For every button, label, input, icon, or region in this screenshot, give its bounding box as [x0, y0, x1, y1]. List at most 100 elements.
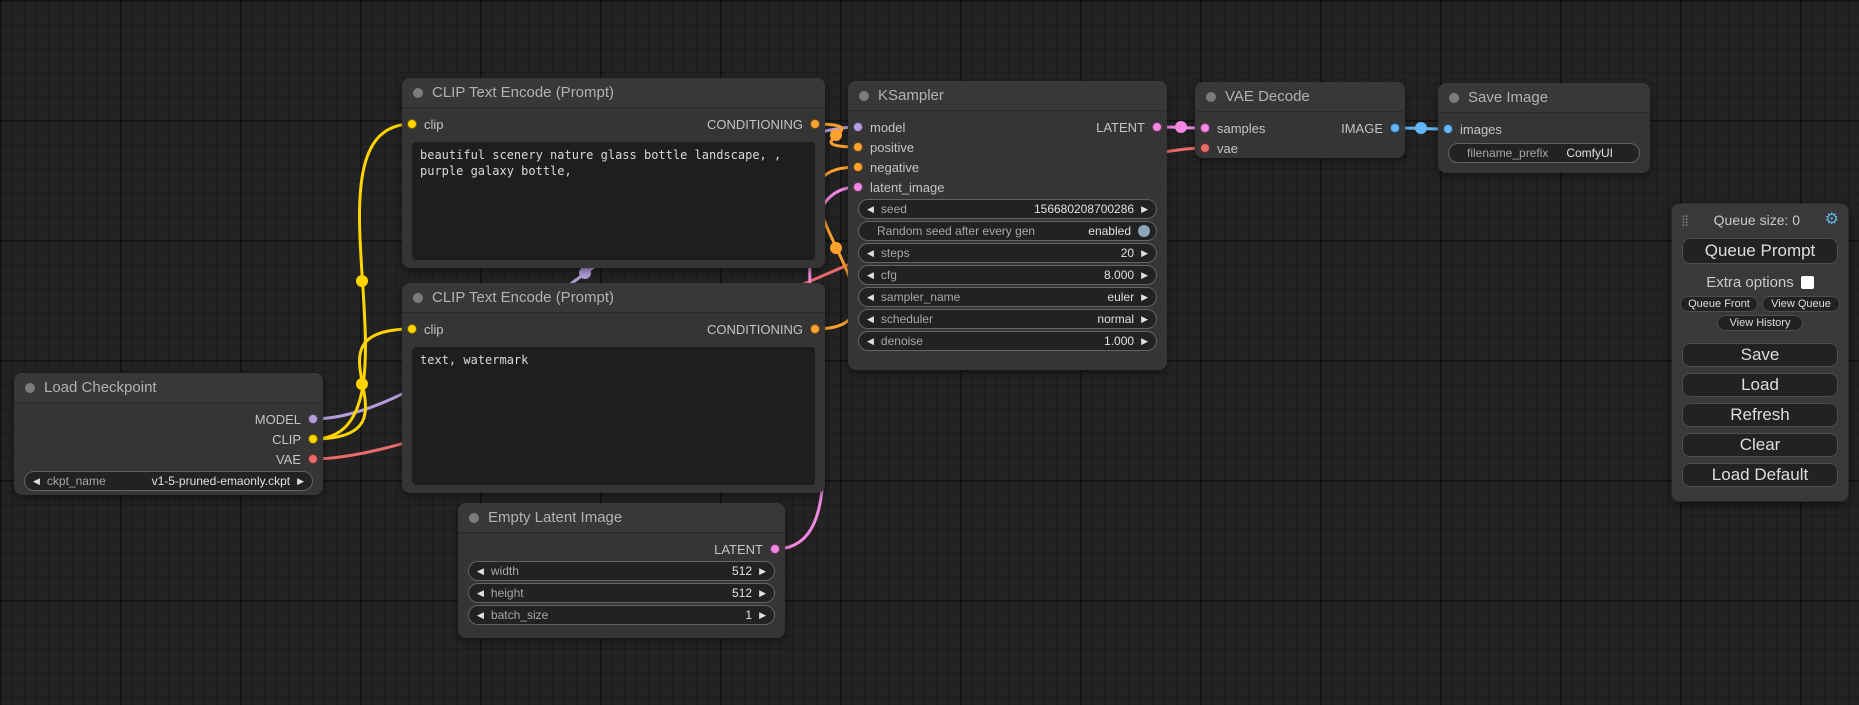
node-vae-decode[interactable]: VAE Decode samples IMAGE vae	[1195, 82, 1405, 158]
input-slot-latent-image[interactable]: latent_image	[858, 180, 944, 195]
toggle-dot-icon[interactable]	[1138, 225, 1150, 237]
width-widget[interactable]: ◀ width 512 ▶	[468, 561, 775, 581]
output-slot-model[interactable]: MODEL	[255, 412, 313, 427]
latent-slot-icon[interactable]	[1152, 122, 1162, 132]
wire-clip-negative	[313, 329, 412, 439]
node-collapse-dot-icon[interactable]	[1449, 93, 1459, 103]
output-slot-clip[interactable]: CLIP	[272, 432, 313, 447]
increment-arrow-icon[interactable]: ▶	[1141, 337, 1148, 346]
node-collapse-dot-icon[interactable]	[1206, 92, 1216, 102]
decrement-arrow-icon[interactable]: ◀	[867, 271, 874, 280]
sampler-name-widget[interactable]: ◀ sampler_name euler ▶	[858, 287, 1157, 307]
input-slot-samples[interactable]: samples	[1205, 121, 1265, 136]
decrement-arrow-icon[interactable]: ◀	[477, 589, 484, 598]
output-slot-latent[interactable]: LATENT	[714, 542, 775, 557]
increment-arrow-icon[interactable]: ▶	[1141, 249, 1148, 258]
latent-slot-icon[interactable]	[1200, 123, 1210, 133]
node-collapse-dot-icon[interactable]	[413, 293, 423, 303]
increment-arrow-icon[interactable]: ▶	[1141, 271, 1148, 280]
conditioning-slot-icon[interactable]	[853, 142, 863, 152]
conditioning-slot-icon[interactable]	[810, 324, 820, 334]
node-load-checkpoint[interactable]: Load Checkpoint MODEL CLIP VAE ◀ ckpt_na…	[14, 373, 323, 495]
wire-midpoint-dot	[1415, 122, 1427, 134]
increment-arrow-icon[interactable]: ▶	[759, 589, 766, 598]
denoise-widget[interactable]: ◀ denoise 1.000 ▶	[858, 331, 1157, 351]
ckpt-name-widget[interactable]: ◀ ckpt_name v1-5-pruned-emaonly.ckpt ▶	[24, 471, 313, 491]
vae-slot-icon[interactable]	[308, 454, 318, 464]
output-slot-conditioning[interactable]: CONDITIONING	[707, 322, 815, 337]
steps-widget[interactable]: ◀ steps 20 ▶	[858, 243, 1157, 263]
random-seed-toggle-widget[interactable]: Random seed after every gen enabled	[858, 221, 1157, 241]
decrement-arrow-icon[interactable]: ◀	[477, 567, 484, 576]
decrement-arrow-icon[interactable]: ◀	[867, 293, 874, 302]
queue-front-button[interactable]: Queue Front	[1680, 296, 1758, 312]
decrement-arrow-icon[interactable]: ◀	[867, 315, 874, 324]
wire-midpoint-dot	[579, 267, 591, 279]
load-default-button[interactable]: Load Default	[1682, 463, 1838, 487]
settings-gear-icon[interactable]: ⚙	[1825, 212, 1839, 228]
decrement-arrow-icon[interactable]: ◀	[477, 611, 484, 620]
image-slot-icon[interactable]	[1443, 124, 1453, 134]
clip-slot-icon[interactable]	[407, 119, 417, 129]
load-button[interactable]: Load	[1682, 373, 1838, 397]
extra-options-checkbox[interactable]	[1801, 276, 1814, 289]
output-slot-image[interactable]: IMAGE	[1341, 121, 1395, 136]
save-button[interactable]: Save	[1682, 343, 1838, 367]
seed-widget[interactable]: ◀ seed 156680208700286 ▶	[858, 199, 1157, 219]
node-save-image[interactable]: Save Image images filename_prefix ComfyU…	[1438, 83, 1650, 173]
decrement-arrow-icon[interactable]: ◀	[33, 477, 40, 486]
node-collapse-dot-icon[interactable]	[413, 88, 423, 98]
filename-prefix-widget[interactable]: filename_prefix ComfyUI	[1448, 143, 1640, 163]
output-slot-conditioning[interactable]: CONDITIONING	[707, 117, 815, 132]
increment-arrow-icon[interactable]: ▶	[1141, 315, 1148, 324]
clip-slot-icon[interactable]	[308, 434, 318, 444]
input-slot-negative[interactable]: negative	[858, 160, 919, 175]
clear-button[interactable]: Clear	[1682, 433, 1838, 457]
input-slot-clip[interactable]: clip	[412, 322, 444, 337]
view-history-button[interactable]: View History	[1717, 315, 1803, 331]
input-slot-model[interactable]: model	[858, 120, 905, 135]
decrement-arrow-icon[interactable]: ◀	[867, 337, 874, 346]
model-slot-icon[interactable]	[853, 122, 863, 132]
refresh-button[interactable]: Refresh	[1682, 403, 1838, 427]
negative-prompt-textarea[interactable]: text, watermark	[412, 347, 815, 485]
input-slot-positive[interactable]: positive	[858, 140, 914, 155]
node-ksampler[interactable]: KSampler model LATENT positive negative …	[848, 81, 1167, 370]
image-slot-icon[interactable]	[1390, 123, 1400, 133]
latent-slot-icon[interactable]	[770, 544, 780, 554]
node-collapse-dot-icon[interactable]	[25, 383, 35, 393]
cfg-widget[interactable]: ◀ cfg 8.000 ▶	[858, 265, 1157, 285]
decrement-arrow-icon[interactable]: ◀	[867, 205, 874, 214]
node-clip-text-encode-positive[interactable]: CLIP Text Encode (Prompt) clip CONDITION…	[402, 78, 825, 268]
decrement-arrow-icon[interactable]: ◀	[867, 249, 874, 258]
increment-arrow-icon[interactable]: ▶	[1141, 205, 1148, 214]
conditioning-slot-icon[interactable]	[810, 119, 820, 129]
conditioning-slot-icon[interactable]	[853, 162, 863, 172]
increment-arrow-icon[interactable]: ▶	[759, 611, 766, 620]
increment-arrow-icon[interactable]: ▶	[1141, 293, 1148, 302]
queue-prompt-button[interactable]: Queue Prompt	[1682, 238, 1838, 264]
node-collapse-dot-icon[interactable]	[859, 91, 869, 101]
input-slot-images[interactable]: images	[1448, 122, 1502, 137]
increment-arrow-icon[interactable]: ▶	[297, 477, 304, 486]
graph-canvas[interactable]: { "nodes": { "load_checkpoint": { "title…	[0, 0, 1859, 705]
scheduler-widget[interactable]: ◀ scheduler normal ▶	[858, 309, 1157, 329]
view-queue-button[interactable]: View Queue	[1762, 296, 1840, 312]
model-slot-icon[interactable]	[308, 414, 318, 424]
node-collapse-dot-icon[interactable]	[469, 513, 479, 523]
node-empty-latent-image[interactable]: Empty Latent Image LATENT ◀ width 512 ▶ …	[458, 503, 785, 638]
increment-arrow-icon[interactable]: ▶	[759, 567, 766, 576]
batch-size-widget[interactable]: ◀ batch_size 1 ▶	[468, 605, 775, 625]
extra-options-label: Extra options	[1706, 274, 1794, 291]
drag-handle-icon[interactable]: ⣿	[1681, 214, 1689, 227]
clip-slot-icon[interactable]	[407, 324, 417, 334]
node-clip-text-encode-negative[interactable]: CLIP Text Encode (Prompt) clip CONDITION…	[402, 283, 825, 493]
vae-slot-icon[interactable]	[1200, 143, 1210, 153]
output-slot-latent[interactable]: LATENT	[1096, 120, 1157, 135]
input-slot-vae[interactable]: vae	[1205, 141, 1238, 156]
latent-slot-icon[interactable]	[853, 182, 863, 192]
positive-prompt-textarea[interactable]: beautiful scenery nature glass bottle la…	[412, 142, 815, 260]
input-slot-clip[interactable]: clip	[412, 117, 444, 132]
output-slot-vae[interactable]: VAE	[276, 452, 313, 467]
height-widget[interactable]: ◀ height 512 ▶	[468, 583, 775, 603]
